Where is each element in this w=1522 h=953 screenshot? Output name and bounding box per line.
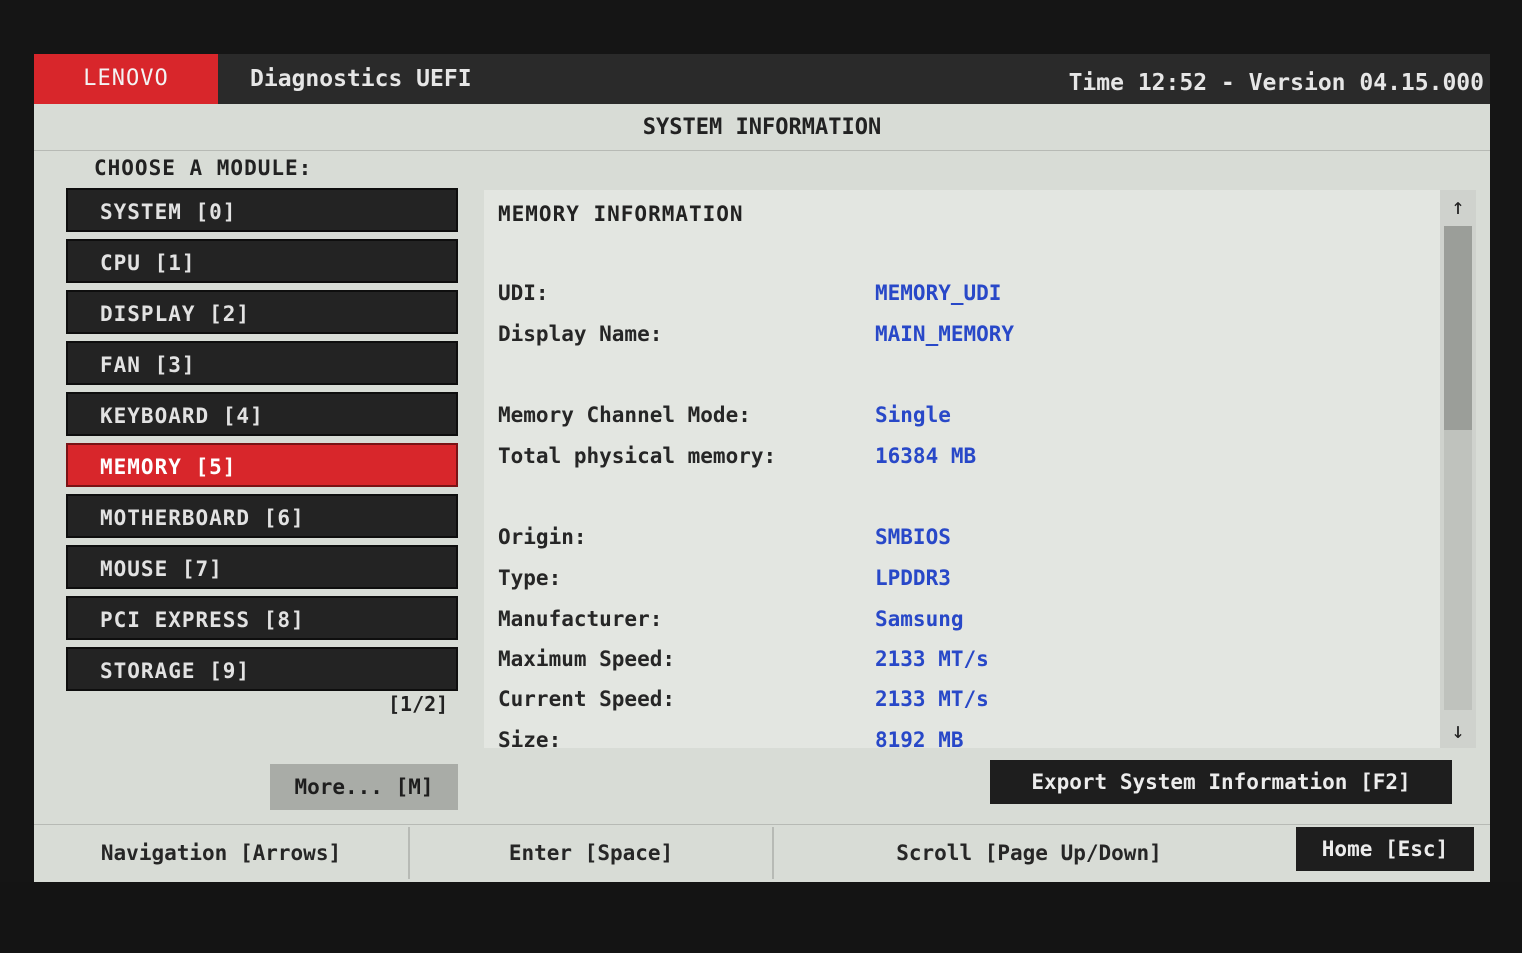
info-value: MEMORY_UDI: [875, 281, 1002, 305]
module-motherboard[interactable]: MOTHERBOARD [6]: [66, 494, 458, 538]
info-label: UDI:: [498, 281, 549, 305]
module-system[interactable]: SYSTEM [0]: [66, 188, 458, 232]
more-button[interactable]: More... [M]: [270, 764, 458, 810]
arrow-up-icon[interactable]: ↑: [1444, 194, 1472, 222]
navigation-hint: Navigation [Arrows]: [100, 841, 342, 865]
info-value: 2133 MT/s: [875, 687, 989, 711]
module-list: SYSTEM [0] CPU [1] DISPLAY [2] FAN [3] K…: [66, 188, 458, 698]
info-value: LPDDR3: [875, 566, 951, 590]
arrow-down-icon[interactable]: ↓: [1444, 718, 1472, 746]
info-title: MEMORY INFORMATION: [498, 202, 744, 226]
home-button[interactable]: Home [Esc]: [1296, 827, 1474, 871]
info-value: Samsung: [875, 607, 964, 631]
laptop-bottom-bezel: [0, 882, 1522, 953]
module-storage[interactable]: STORAGE [9]: [66, 647, 458, 691]
enter-hint: Enter [Space]: [508, 841, 674, 865]
info-label: Manufacturer:: [498, 607, 663, 631]
scroll-track[interactable]: [1444, 226, 1472, 710]
module-pci-express[interactable]: PCI EXPRESS [8]: [66, 596, 458, 640]
module-mouse[interactable]: MOUSE [7]: [66, 545, 458, 589]
info-scrollbar[interactable]: ↑ ↓: [1440, 190, 1476, 748]
info-label: Type:: [498, 566, 562, 590]
info-value: 8192 MB: [875, 728, 964, 748]
info-label: Current Speed:: [498, 687, 676, 711]
footer-bar: Navigation [Arrows] Enter [Space] Scroll…: [34, 824, 1490, 882]
page-indicator: [1/2]: [388, 692, 449, 716]
scroll-thumb[interactable]: [1444, 226, 1472, 430]
memory-info-panel: MEMORY INFORMATION UDI: MEMORY_UDI Displ…: [484, 190, 1440, 748]
choose-module-label: CHOOSE A MODULE:: [94, 156, 313, 180]
info-value: SMBIOS: [875, 525, 951, 549]
module-fan[interactable]: FAN [3]: [66, 341, 458, 385]
info-value: MAIN_MEMORY: [875, 322, 1015, 346]
info-value: Single: [875, 403, 951, 427]
module-keyboard[interactable]: KEYBOARD [4]: [66, 392, 458, 436]
module-memory[interactable]: MEMORY [5]: [66, 443, 458, 487]
module-cpu[interactable]: CPU [1]: [66, 239, 458, 283]
app-title: Diagnostics UEFI: [250, 66, 472, 92]
info-label: Memory Channel Mode:: [498, 403, 751, 427]
info-label: Display Name:: [498, 322, 663, 346]
info-label: Total physical memory:: [498, 444, 777, 468]
info-value: 16384 MB: [875, 444, 977, 468]
top-bar: LENOVO Diagnostics UEFI Time 12:52 - Ver…: [34, 54, 1490, 104]
info-label: Origin:: [498, 525, 587, 549]
export-system-info-button[interactable]: Export System Information [F2]: [990, 760, 1452, 804]
info-value: 2133 MT/s: [875, 647, 989, 671]
scroll-hint: Scroll [Page Up/Down]: [896, 841, 1162, 865]
brand-logo: LENOVO: [34, 54, 218, 104]
time-version-text: Time 12:52 - Version 04.15.000: [1068, 70, 1484, 96]
info-label: Size:: [498, 728, 562, 748]
page-title: SYSTEM INFORMATION: [34, 106, 1490, 151]
info-label: Maximum Speed:: [498, 647, 676, 671]
uefi-screen: LENOVO Diagnostics UEFI Time 12:52 - Ver…: [34, 54, 1490, 882]
module-display[interactable]: DISPLAY [2]: [66, 290, 458, 334]
